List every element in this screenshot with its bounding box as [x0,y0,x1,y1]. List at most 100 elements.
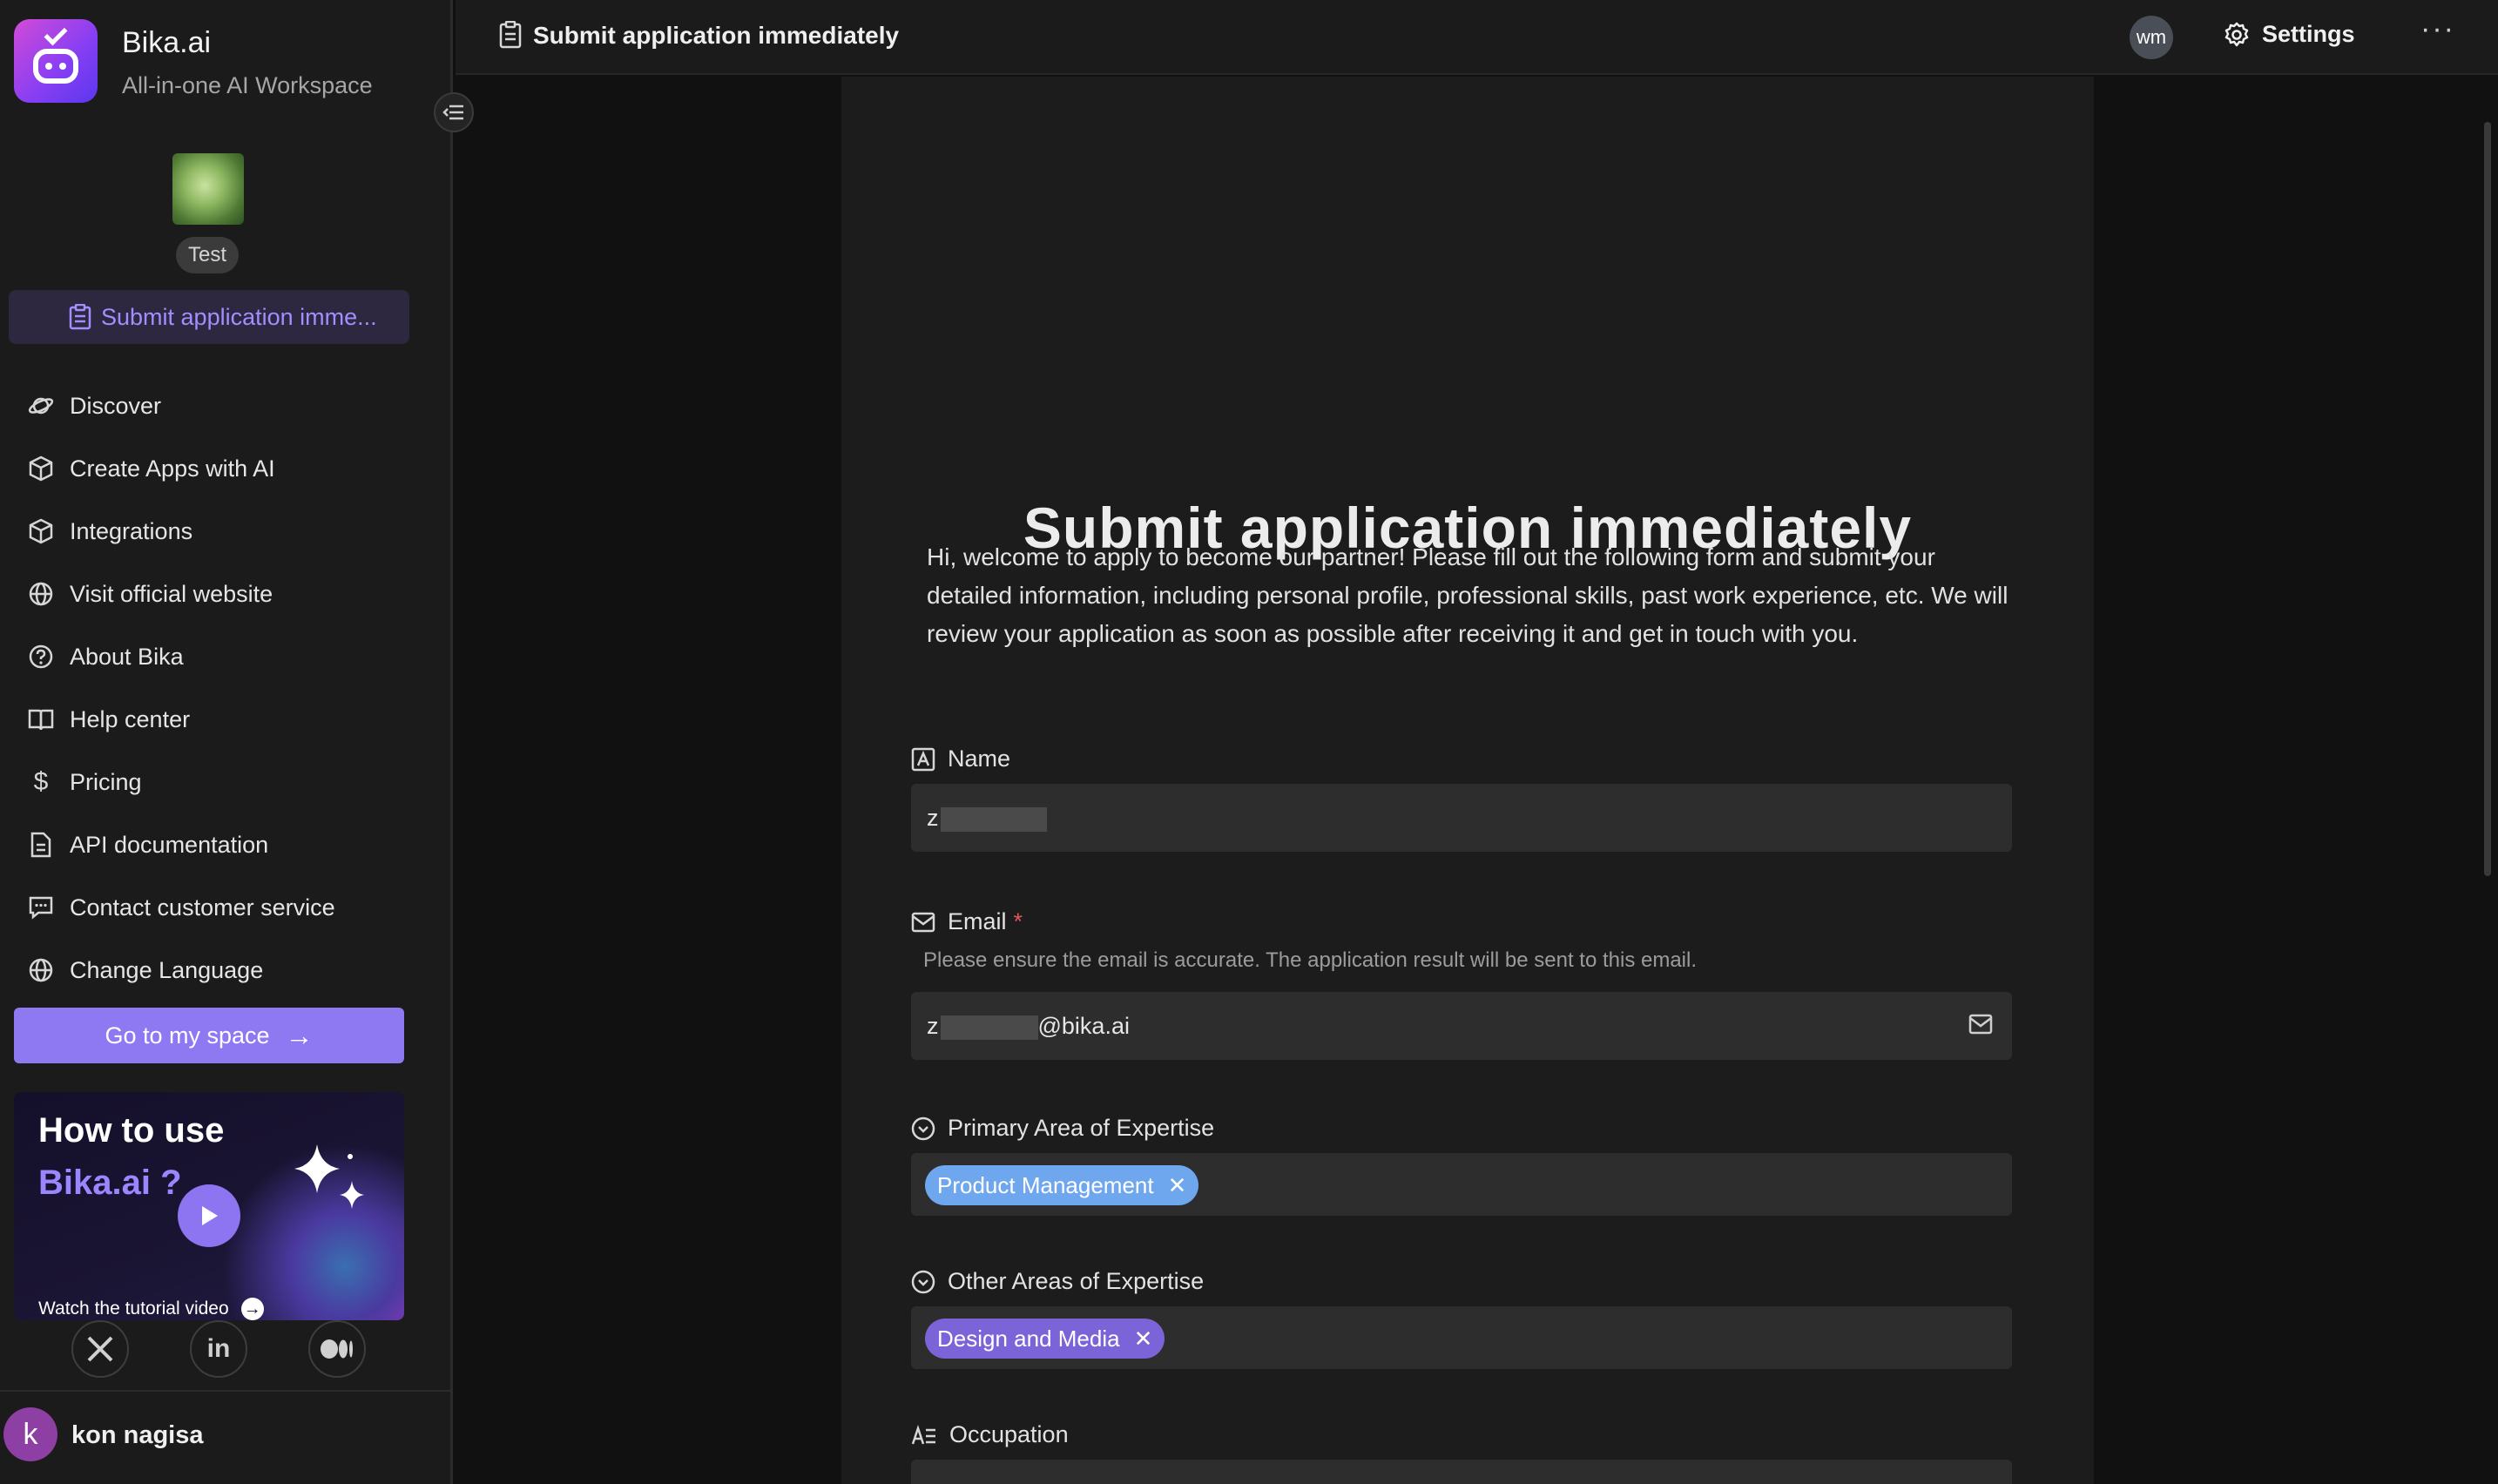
primary-expertise-label: Primary Area of Expertise [911,1115,1214,1142]
avatar[interactable]: wm [2130,16,2173,59]
sidebar-item-discover[interactable]: Discover [26,374,335,437]
gear-icon [2224,22,2250,48]
promo-title-line1: How to use [38,1111,225,1150]
chat-icon [26,893,56,922]
primary-expertise-select[interactable]: Product Management ✕ [911,1153,2012,1216]
brand[interactable]: Bika.ai All-in-one AI Workspace [14,19,373,103]
sidebar-item-label: Pricing [70,768,142,795]
sidebar-item-label: API documentation [70,831,269,858]
sidebar-item-pricing[interactable]: $ Pricing [26,751,335,813]
sidebar-item-official-website[interactable]: Visit official website [26,563,335,625]
arrow-right-icon: → [285,1019,314,1051]
occupation-label: Occupation [949,1421,1069,1447]
linkedin-icon[interactable]: in [190,1320,247,1378]
mail-icon [911,911,935,934]
go-to-my-space-button[interactable]: Go to my space → [14,1008,404,1063]
long-text-icon [911,1423,937,1447]
occupation-field-label: Occupation [911,1421,1069,1448]
space-avatar[interactable] [172,153,244,225]
medium-icon[interactable] [308,1320,366,1378]
tag-label: Design and Media [937,1325,1120,1352]
play-icon[interactable] [178,1184,240,1247]
email-value-domain: @bika.ai [1037,1013,1130,1039]
watch-tutorial-label: Watch the tutorial video [38,1298,229,1319]
globe-icon [26,579,56,609]
close-icon[interactable]: ✕ [1168,1172,1187,1199]
mail-icon [1968,1013,1993,1035]
sidebar-item-api-docs[interactable]: API documentation [26,813,335,876]
name-value: z [927,805,939,831]
primary-expertise-text: Primary Area of Expertise [948,1115,1215,1141]
clipboard-icon [499,20,522,53]
clipboard-icon [68,303,92,336]
tutorial-video-card[interactable]: How to use Bika.ai ? Watch the tutorial … [14,1092,404,1320]
promo-title-line2: Bika.ai ? [38,1164,182,1202]
sidebar-item-change-language[interactable]: Change Language [26,939,335,1002]
question-circle-icon [26,642,56,671]
collapse-icon [442,105,463,120]
page-title: Submit application immediately [533,22,900,49]
sidebar-item-integrations[interactable]: Integrations [26,500,335,563]
bika-logo-icon [14,19,98,103]
name-field-label: Name [911,745,1010,772]
sidebar-item-label: Help center [70,705,191,732]
sidebar-item-label: Create Apps with AI [70,455,275,482]
text-field-icon [911,747,935,772]
watch-tutorial-link[interactable]: Watch the tutorial video → [38,1298,264,1320]
sidebar-item-label: About Bika [70,643,184,670]
occupation-input[interactable] [911,1460,2012,1484]
sidebar: Bika.ai All-in-one AI Workspace Test Sub… [0,0,453,1484]
sidebar-item-label: Change Language [70,956,264,983]
single-select-icon [911,1116,935,1141]
settings-label: Settings [2262,21,2355,47]
single-select-icon [911,1270,935,1294]
name-input[interactable]: z [911,784,2012,852]
arrow-circle-icon: → [240,1298,264,1320]
redacted-text [940,1015,1038,1040]
sidebar-item-label: Discover [70,392,162,419]
required-marker: * [1013,908,1023,934]
close-icon[interactable]: ✕ [1134,1325,1153,1352]
social-links: in [71,1320,427,1378]
planet-icon [26,391,56,421]
space-label[interactable]: Test [176,237,240,273]
avatar: k [3,1407,57,1461]
sidebar-item-label: Visit official website [70,580,273,607]
sparkle-icon [294,1144,364,1209]
current-user[interactable]: k kon nagisa [0,1390,453,1484]
sidebar-item-label: Contact customer service [70,894,335,921]
settings-button[interactable]: Settings [2224,21,2355,48]
other-expertise-label: Other Areas of Expertise [911,1268,1204,1295]
sidebar-item-label: Integrations [70,517,193,544]
dollar-icon: $ [33,767,49,796]
cube-icon [26,454,56,483]
email-hint: Please ensure the email is accurate. The… [923,948,1698,972]
x-icon[interactable] [71,1320,129,1378]
tag-label: Product Management [937,1171,1154,1198]
brand-name: Bika.ai [122,26,212,59]
form-card: Submit application immediately Hi, welco… [841,77,2094,1484]
other-expertise-text: Other Areas of Expertise [948,1268,1205,1294]
sidebar-item-contact[interactable]: Contact customer service [26,876,335,939]
name-label: Name [948,745,1011,772]
user-name: kon nagisa [71,1421,204,1449]
sidebar-item-about[interactable]: About Bika [26,625,335,688]
sidebar-item-label: Submit application imme... [101,303,377,330]
selected-tag: Product Management ✕ [925,1165,1199,1205]
more-options-icon[interactable]: ··· [2420,12,2455,46]
email-value-prefix: z [927,1013,939,1039]
selected-tag: Design and Media ✕ [925,1319,1165,1359]
sidebar-item-create-apps[interactable]: Create Apps with AI [26,437,335,500]
scrollbar[interactable] [2484,122,2491,876]
document-icon [26,830,56,860]
globe-icon [26,955,56,985]
email-field[interactable]: z @bika.ai [911,992,2012,1060]
collapse-sidebar-button[interactable] [434,92,474,132]
go-to-my-space-label: Go to my space [105,1022,270,1049]
sidebar-item-submit-application[interactable]: Submit application imme... [9,290,409,344]
sidebar-nav: Discover Create Apps with AI Integration… [26,374,335,1002]
form-description: Hi, welcome to apply to become our partn… [927,543,2009,647]
email-label: Email [948,908,1007,934]
other-expertise-select[interactable]: Design and Media ✕ [911,1306,2012,1369]
sidebar-item-help-center[interactable]: Help center [26,688,335,751]
